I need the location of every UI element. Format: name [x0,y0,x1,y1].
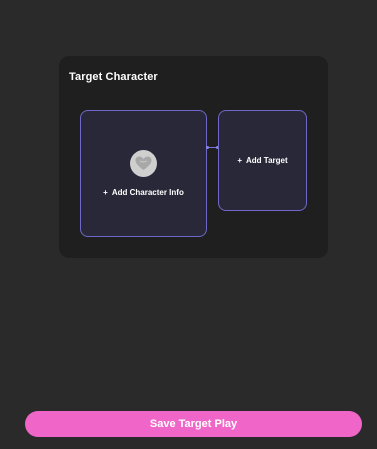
heart-avatar-icon [130,150,157,177]
add-character-info-slot[interactable]: + Add Character Info [80,110,207,237]
save-target-play-button[interactable]: Save Target Play [25,411,362,437]
add-target-label: + Add Target [219,156,306,165]
connector-dot-left [206,146,209,149]
card-title: Target Character [69,71,158,83]
add-target-text: Add Target [246,156,288,165]
target-character-card: Target Character + Add Character Info + Ad… [59,56,328,258]
heart-icon [135,156,152,170]
plus-icon: + [237,156,243,165]
plus-icon: + [103,188,108,197]
add-character-info-label: + Add Character Info [81,188,206,197]
add-target-slot[interactable]: + Add Target [218,110,307,211]
add-character-info-text: Add Character Info [111,188,184,197]
